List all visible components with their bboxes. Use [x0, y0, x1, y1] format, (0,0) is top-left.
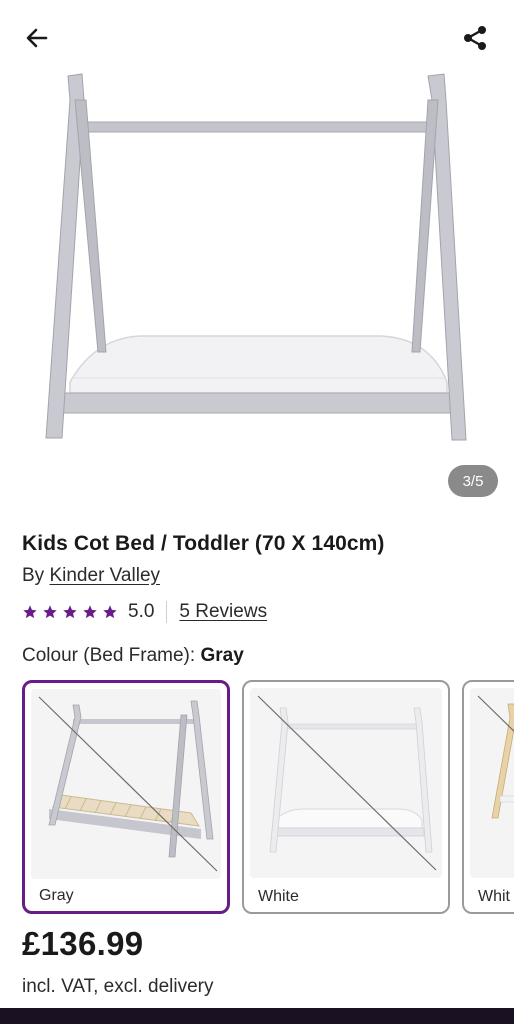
swatch-label: Whit — [478, 888, 510, 905]
star-rating — [22, 604, 118, 620]
share-icon[interactable] — [455, 18, 495, 58]
rating-row: 5.0 5 Reviews — [22, 598, 267, 626]
reviews-link[interactable]: 5 Reviews — [179, 601, 267, 623]
rating-score: 5.0 — [128, 601, 155, 622]
colour-swatches: Gray White Whit — [22, 680, 514, 914]
by-prefix: By — [22, 565, 45, 586]
divider — [166, 601, 168, 623]
star-icon — [23, 605, 37, 619]
colour-label: Colour (Bed Frame): Gray — [22, 645, 244, 667]
price-note: incl. VAT, excl. delivery — [22, 976, 214, 997]
colour-label-text: Colour (Bed Frame): — [22, 645, 196, 666]
swatch-white-image — [250, 688, 442, 878]
brand-link[interactable]: Kinder Valley — [49, 565, 160, 586]
bottom-bar — [0, 1008, 514, 1024]
swatch-white-natural-image — [470, 688, 514, 878]
brand-line: By Kinder Valley — [22, 565, 160, 587]
swatch-gray-image — [31, 689, 221, 879]
star-icon — [103, 605, 117, 619]
colour-selected-value: Gray — [200, 645, 244, 666]
image-counter: 3/5 — [448, 465, 498, 497]
star-icon — [83, 605, 97, 619]
product-image[interactable] — [0, 60, 514, 460]
swatch-gray[interactable]: Gray — [22, 680, 230, 914]
product-price: £136.99 — [22, 925, 144, 962]
swatch-white-natural[interactable]: Whit — [462, 680, 514, 914]
swatch-label: White — [258, 888, 299, 905]
arrow-left-icon[interactable] — [17, 18, 57, 58]
star-icon — [43, 605, 57, 619]
swatch-white[interactable]: White — [242, 680, 450, 914]
star-icon — [63, 605, 77, 619]
product-title: Kids Cot Bed / Toddler (70 X 140cm) — [22, 532, 385, 555]
swatch-label: Gray — [39, 887, 74, 904]
